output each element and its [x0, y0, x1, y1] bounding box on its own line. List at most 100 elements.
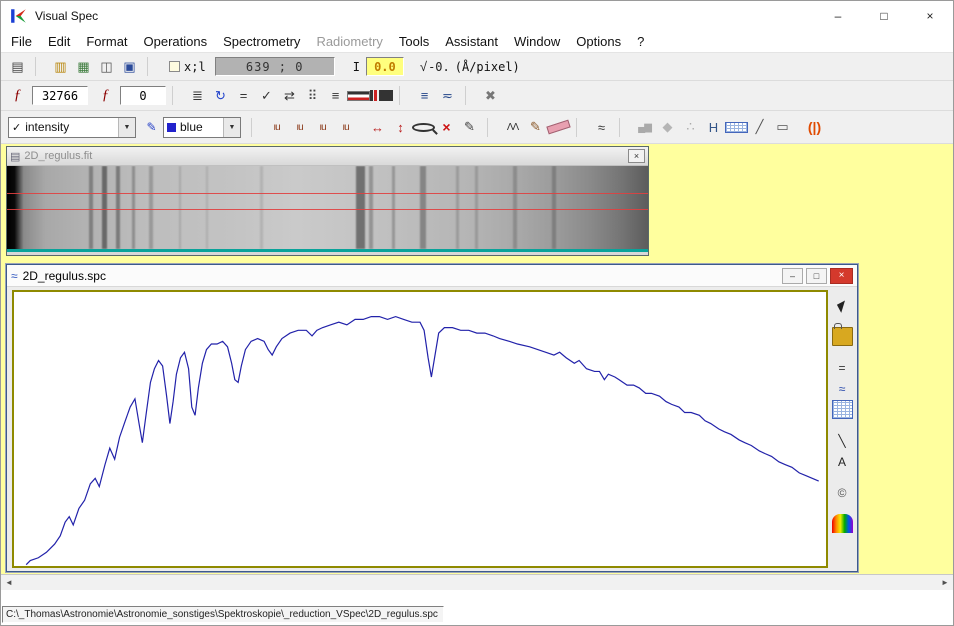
pencil-icon[interactable]: ✎ — [524, 116, 547, 138]
horizontal-scrollbar[interactable]: ◄ ► — [1, 574, 953, 590]
window-title: Visual Spec — [35, 9, 815, 23]
overlay-a-icon[interactable]: ≡ — [413, 85, 436, 107]
spc-maximize-button[interactable]: □ — [806, 268, 827, 284]
rotate-icon[interactable]: ↻ — [209, 85, 232, 107]
inspect-curve-icon[interactable]: ≈ — [590, 116, 613, 138]
absorption-line — [179, 166, 182, 249]
spectrum-plot[interactable] — [12, 290, 828, 568]
data-table-icon[interactable] — [725, 122, 748, 133]
maximize-button[interactable]: □ — [861, 1, 907, 31]
absorption-line — [102, 166, 107, 249]
resample-icon[interactable]: ≣ — [186, 85, 209, 107]
line-draw-icon[interactable]: ╲ — [832, 431, 853, 450]
histogram-icon[interactable] — [370, 90, 393, 101]
zoom-icon[interactable] — [412, 123, 435, 132]
open-profile-icon[interactable]: ▦ — [72, 56, 95, 78]
spc-window-titlebar[interactable]: ≈ 2D_regulus.spc – □ × — [7, 265, 857, 287]
menu-options[interactable]: Options — [568, 31, 629, 53]
toolbar-gap — [832, 503, 852, 513]
coordinate-display: 639 ; 0 — [215, 57, 335, 76]
eraser-icon[interactable] — [546, 120, 570, 135]
grid-dots-icon[interactable]: ⠿ — [301, 85, 324, 107]
dispersion-value: -0. — [428, 60, 450, 74]
element-lines-3-icon[interactable]: ıu — [311, 116, 334, 138]
flux-min-input[interactable] — [120, 86, 166, 105]
menu-spectrometry[interactable]: Spectrometry — [215, 31, 308, 53]
equalize-icon[interactable]: = — [232, 85, 255, 107]
scrollbar-track[interactable] — [17, 575, 937, 590]
element-lines-1-icon[interactable]: ıu — [265, 116, 288, 138]
pixel-grid-icon[interactable] — [832, 400, 853, 419]
series-select[interactable]: ✓ intensity ▼ — [8, 117, 136, 138]
absorption-line — [456, 166, 459, 249]
discard-icon[interactable]: ✖ — [479, 85, 502, 107]
scroll-right-button[interactable]: ► — [937, 575, 953, 590]
intensity-display: 0.0 — [366, 57, 404, 76]
menu-format[interactable]: Format — [78, 31, 135, 53]
toolbar-sep — [35, 57, 45, 76]
stripes-flag-icon[interactable] — [347, 91, 370, 101]
overlay-b-icon[interactable]: ≂ — [436, 85, 459, 107]
menu-tools[interactable]: Tools — [391, 31, 437, 53]
spectrum-curve — [14, 292, 826, 566]
gray-dice-icon: ∴ — [679, 116, 702, 138]
menu-window[interactable]: Window — [506, 31, 568, 53]
color-select-arrow-icon[interactable]: ▼ — [223, 118, 240, 137]
flux-min-icon[interactable]: ƒ — [94, 85, 117, 107]
list-lines-icon[interactable]: ≡ — [324, 85, 347, 107]
close-button[interactable]: × — [907, 1, 953, 31]
pointer-icon[interactable]: ◤ — [828, 292, 855, 319]
spc-minimize-button[interactable]: – — [782, 268, 803, 284]
save-icon[interactable]: ▣ — [118, 56, 141, 78]
toolbar-gap — [832, 347, 852, 357]
calibrate-slope-icon[interactable]: ╱ — [748, 116, 771, 138]
menu-assistant[interactable]: Assistant — [437, 31, 506, 53]
spc-close-button[interactable]: × — [830, 268, 853, 284]
palette-icon[interactable] — [832, 514, 853, 533]
delete-curve-icon[interactable]: × — [435, 116, 458, 138]
frame-icon[interactable]: ▭ — [771, 116, 794, 138]
series-select-arrow-icon[interactable]: ▼ — [118, 118, 135, 137]
open-image-icon[interactable]: ▥ — [49, 56, 72, 78]
sound-play-icon[interactable]: (|) — [803, 116, 826, 138]
menu-edit[interactable]: Edit — [40, 31, 78, 53]
spectrum-strip-image[interactable] — [7, 166, 648, 252]
element-lines-2-icon[interactable]: ıu — [288, 116, 311, 138]
element-lines-4-icon[interactable]: ıu — [334, 116, 357, 138]
menu-file[interactable]: File — [3, 31, 40, 53]
heliocentric-icon[interactable]: H — [702, 116, 725, 138]
menu-help[interactable]: ? — [629, 31, 652, 53]
equal-tool-icon[interactable]: = — [832, 358, 853, 377]
profile-chart-icon[interactable]: ≈ — [832, 379, 853, 398]
gray-chart-icon: ▄▆ — [633, 116, 656, 138]
flux-max-input[interactable] — [32, 86, 88, 105]
menu-operations[interactable]: Operations — [136, 31, 216, 53]
check-profile-icon[interactable]: ✓ — [255, 85, 278, 107]
curve-pen-icon[interactable]: ✎ — [140, 116, 163, 138]
display-profile-icon[interactable]: ▤ — [6, 56, 29, 78]
fit-window-titlebar[interactable]: ▤ 2D_regulus.fit × — [7, 147, 648, 166]
menu-radiometry: Radiometry — [308, 31, 390, 53]
text-tool-icon[interactable]: A — [832, 452, 853, 471]
absorption-line — [149, 166, 152, 249]
extraction-zone-line — [7, 209, 648, 210]
statusbar: C:\_Thomas\Astronomie\Astronomie_sonstig… — [1, 606, 953, 625]
search-object-icon[interactable]: ◫ — [95, 56, 118, 78]
measure-peaks-icon[interactable]: ΛΛ — [501, 116, 524, 138]
minimize-button[interactable]: – — [815, 1, 861, 31]
coord-checkbox[interactable] — [169, 61, 180, 72]
stretch-x-icon[interactable]: ↔ — [366, 116, 389, 138]
lock-icon[interactable] — [832, 327, 853, 346]
toolbar-scale: ƒ ƒ ≣↻=✓⇄⠿≡≡≂✖ — [1, 81, 953, 111]
fit-close-button[interactable]: × — [628, 149, 645, 163]
color-select[interactable]: blue ▼ — [163, 117, 241, 138]
toolbar-sep — [619, 118, 629, 137]
mirror-x-icon[interactable]: ⇄ — [278, 85, 301, 107]
stretch-y-icon[interactable]: ↕ — [389, 116, 412, 138]
scroll-left-button[interactable]: ◄ — [1, 575, 17, 590]
edit-curve-icon[interactable]: ✎ — [458, 116, 481, 138]
globe-icon[interactable]: © — [832, 483, 853, 502]
flux-max-icon[interactable]: ƒ — [6, 85, 29, 107]
absorption-line — [513, 166, 517, 249]
dispersion-icon: √ — [420, 59, 427, 74]
